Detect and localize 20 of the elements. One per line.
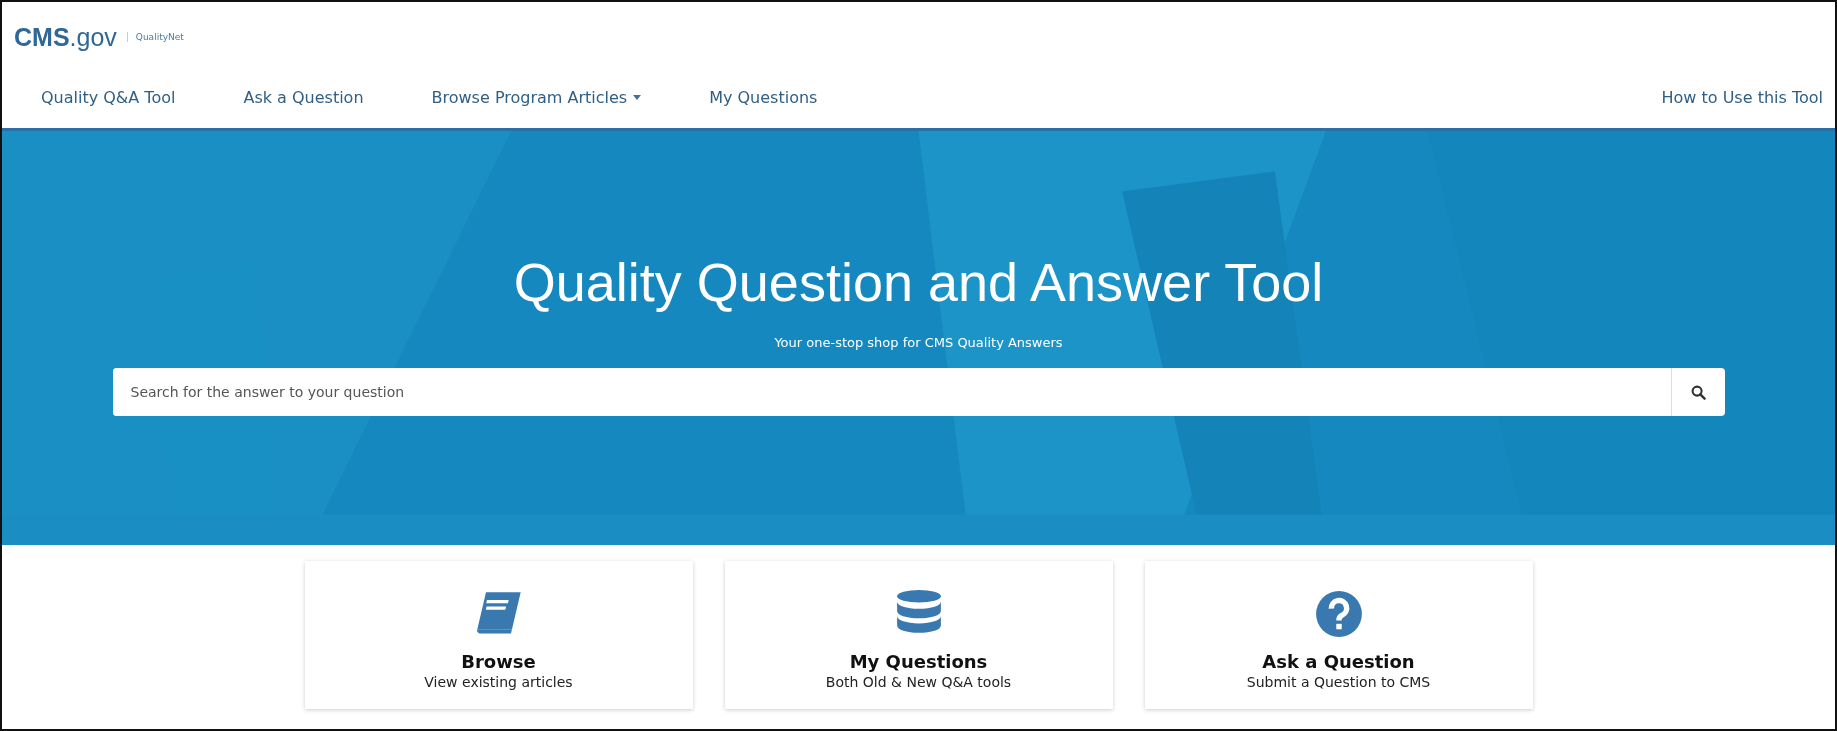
card[interactable]: My Questions Both Old & New Q&A tools <box>724 561 1113 709</box>
help-link[interactable]: How to Use this Tool <box>1661 87 1823 107</box>
card-subtitle: View existing articles <box>424 674 573 690</box>
nav-link[interactable]: Browse Program Articles <box>431 87 642 107</box>
card-subtitle: Both Old & New Q&A tools <box>825 674 1012 690</box>
qualitynet-label: QualityNet <box>126 32 184 42</box>
card-title: My Questions <box>849 651 988 672</box>
card-title: Ask a Question <box>1262 651 1415 672</box>
card[interactable]: Ask a Question Submit a Question to CMS <box>1144 561 1533 709</box>
page-subtitle: Your one-stop shop for CMS Quality Answers <box>774 335 1063 350</box>
cms-logo[interactable]: CMS.gov <box>14 22 117 52</box>
card-title: Browse <box>461 651 536 672</box>
nav-link[interactable]: Ask a Question <box>243 87 364 107</box>
nav-link[interactable]: My Questions <box>709 87 818 107</box>
search-icon <box>1690 384 1706 400</box>
nav-link[interactable]: Quality Q&A Tool <box>41 87 176 107</box>
card[interactable]: Browse View existing articles <box>304 561 693 709</box>
page-title: Quality Question and Answer Tool <box>513 251 1324 313</box>
question-icon <box>1314 589 1363 639</box>
card-subtitle: Submit a Question to CMS <box>1246 674 1431 690</box>
